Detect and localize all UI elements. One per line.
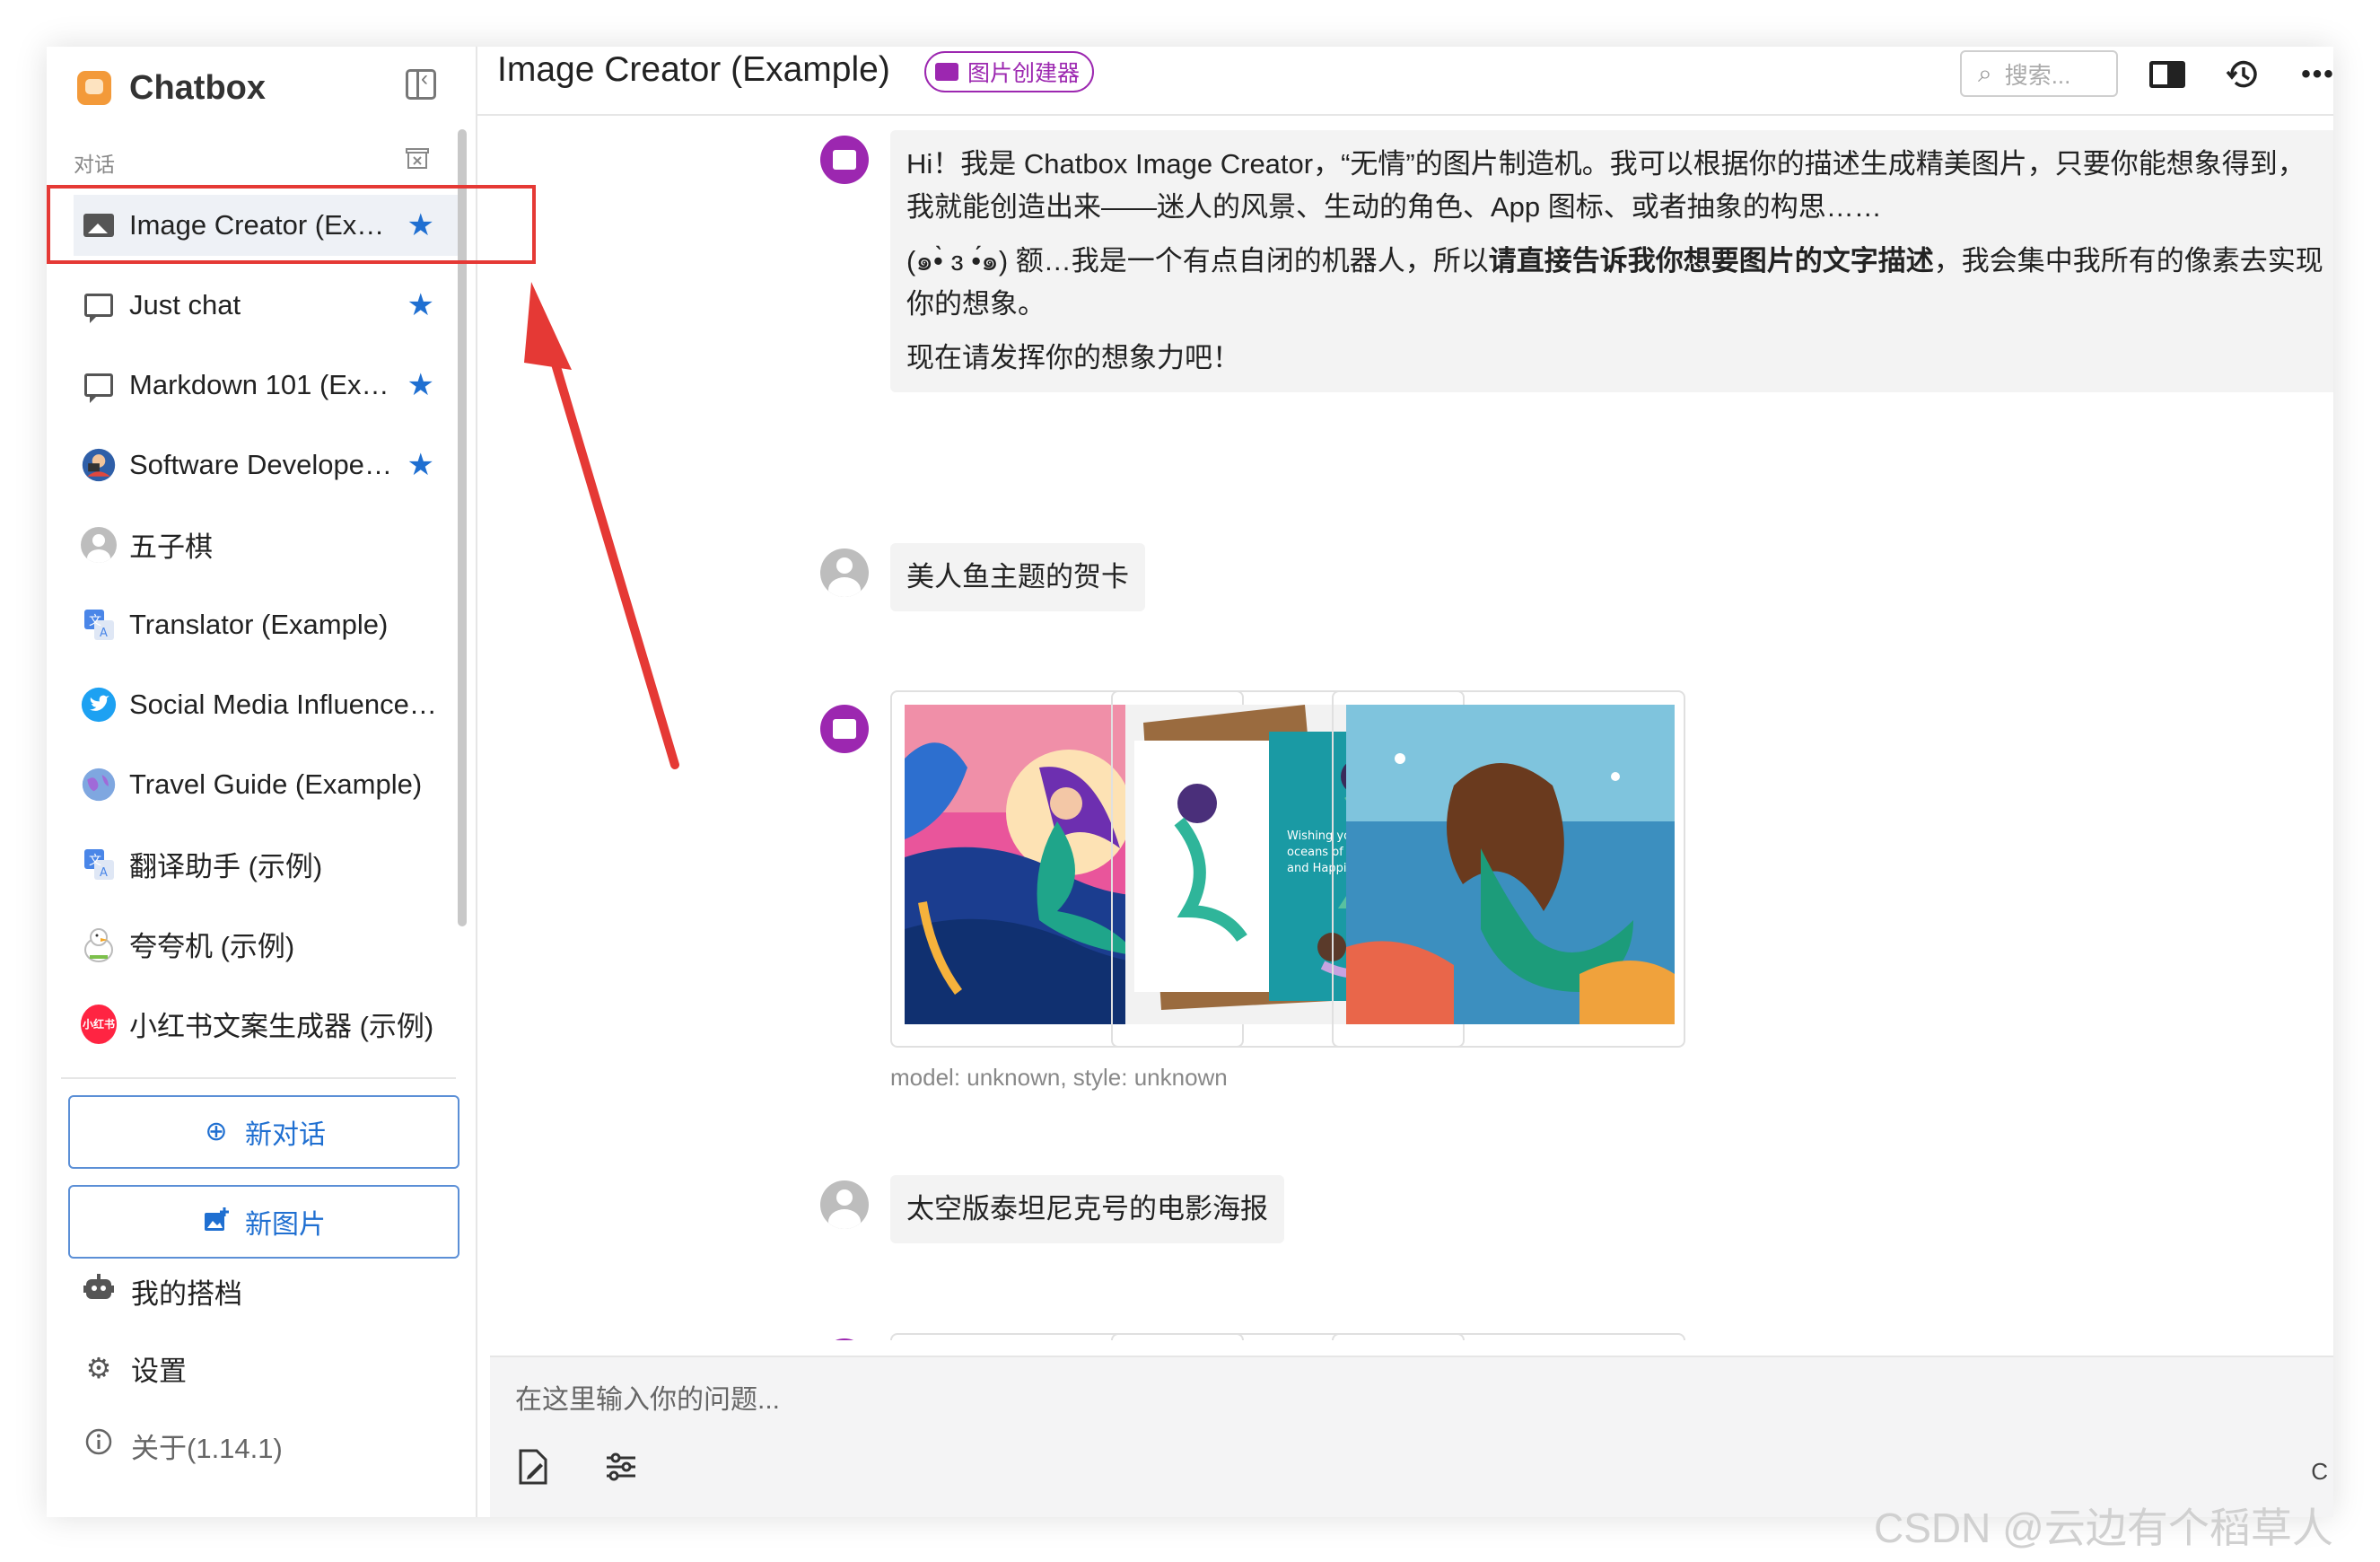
conversations-section-label: 对话	[74, 153, 115, 176]
user-message: 美人鱼主题的贺卡	[890, 543, 1145, 611]
history-button[interactable]	[2224, 56, 2262, 93]
mermaid-portrait-image-icon	[1346, 705, 1675, 1024]
main-panel: Image Creator (Example) 图片创建器 ⌕ 搜索... ••…	[477, 47, 2333, 1517]
gear-icon: ⚙	[85, 1352, 112, 1384]
new-image-label: 新图片	[245, 1210, 326, 1240]
tag-label: 图片创建器	[967, 61, 1081, 86]
new-chat-label: 新对话	[245, 1120, 326, 1150]
add-photo-icon	[202, 1207, 231, 1236]
top-bar: Image Creator (Example) 图片创建器 ⌕ 搜索... ••…	[477, 47, 2333, 116]
more-horizontal-icon: •••	[2301, 59, 2333, 89]
conversation-item-social-media[interactable]: Social Media Influencer (Example)	[47, 664, 459, 744]
message-list: Hi！我是 Chatbox Image Creator，“无情”的图片制造机。我…	[477, 116, 2333, 1340]
conversation-label: Software Developer (Example)	[129, 448, 394, 480]
toggle-layout-button[interactable]	[2148, 56, 2186, 93]
conversation-label: 五子棋	[129, 531, 213, 563]
generated-poster-3[interactable]	[1332, 1333, 1685, 1340]
translate-icon: 文A	[81, 847, 117, 882]
more-options-button[interactable]: •••	[2299, 56, 2333, 93]
settings-label: 设置	[131, 1355, 187, 1387]
chat-bubble-icon	[81, 367, 117, 403]
plus-circle-icon: ⊕	[205, 1117, 228, 1146]
chat-bubble-icon	[81, 287, 117, 323]
watermark: CSDN @云边有个稻草人	[1874, 1505, 2333, 1551]
bot-avatar	[820, 136, 869, 184]
new-image-button[interactable]: 新图片	[68, 1185, 459, 1259]
intro-paragraph-3: 现在请发挥你的想象力吧！	[906, 342, 1240, 373]
star-icon[interactable]: ★	[407, 367, 434, 403]
conversation-item-just-chat[interactable]: Just chat ★	[47, 265, 459, 345]
conversation-label: Social Media Influencer (Example)	[129, 688, 439, 720]
conversation-label: 小红书文案生成器 (示例)	[129, 1011, 434, 1042]
search-input[interactable]: ⌕ 搜索...	[1960, 50, 2118, 97]
about-label: 关于(1.14.1)	[131, 1432, 283, 1464]
settings-sliders-icon[interactable]	[603, 1447, 639, 1487]
bot-message-intro: Hi！我是 Chatbox Image Creator，“无情”的图片制造机。我…	[890, 130, 2333, 392]
conversation-label: Markdown 101 (Example)	[129, 368, 394, 400]
my-copilots-label: 我的搭档	[131, 1277, 242, 1310]
message-input[interactable]: 在这里输入你的问题...	[515, 1377, 780, 1417]
xiaohongshu-icon: 小红书	[81, 1004, 117, 1044]
conversation-item-translator[interactable]: 文A Translator (Example)	[47, 584, 459, 664]
my-copilots-item[interactable]: 我的搭档	[81, 1264, 242, 1318]
sidebar: Chatbox 对话 Image Creator (Example) ★ Jus…	[47, 47, 477, 1517]
conversation-label: 夸夸机 (示例)	[129, 931, 295, 962]
image-icon	[935, 63, 958, 81]
info-icon	[81, 1427, 117, 1463]
user-avatar	[820, 548, 869, 597]
conversation-title[interactable]: Image Creator (Example)	[497, 50, 890, 90]
about-item[interactable]: 关于(1.14.1)	[81, 1418, 283, 1472]
sidebar-divider	[61, 1077, 456, 1079]
user-avatar	[820, 1180, 869, 1229]
search-placeholder: 搜索...	[2004, 61, 2071, 89]
image-meta: model: unknown, style: unknown	[890, 1064, 1228, 1091]
chatbox-window: Chatbox 对话 Image Creator (Example) ★ Jus…	[47, 47, 2333, 1517]
conversation-label: Translator (Example)	[129, 608, 389, 640]
chatbox-logo-icon	[77, 71, 111, 105]
intro-paragraph-2: (๑•̀ ɜ •́๑) 额…我是一个有点自闭的机器人，所以请直接告诉我你想要图片…	[906, 245, 2323, 320]
duck-icon	[81, 926, 117, 962]
developer-avatar-icon	[81, 447, 117, 483]
conversation-item-praise-bot[interactable]: 夸夸机 (示例)	[47, 904, 459, 984]
translate-icon: 文A	[81, 607, 117, 643]
conversation-label: 翻译助手 (示例)	[129, 851, 323, 882]
user-message: 太空版泰坦尼克号的电影海报	[890, 1175, 1284, 1243]
svg-text:A: A	[100, 866, 108, 880]
globe-icon	[81, 767, 117, 803]
brand: Chatbox	[77, 61, 266, 115]
intro-paragraph-1: Hi！我是 Chatbox Image Creator，“无情”的图片制造机。我…	[906, 148, 2306, 223]
user-avatar-icon	[81, 526, 117, 563]
clear-conversations-icon[interactable]	[404, 145, 431, 171]
history-icon	[2226, 60, 2257, 88]
collapse-sidebar-icon[interactable]	[406, 66, 436, 100]
conversation-item-travel-guide[interactable]: Travel Guide (Example)	[47, 744, 459, 824]
cut-off-text: C	[2311, 1458, 2328, 1485]
conversation-label: Travel Guide (Example)	[129, 768, 423, 800]
split-view-icon	[2149, 61, 2185, 88]
conversation-item-translate-assistant[interactable]: 文A 翻译助手 (示例)	[47, 824, 459, 904]
conversation-item-xiaohongshu[interactable]: 小红书 小红书文案生成器 (示例)	[47, 984, 459, 1064]
conversation-item-gomoku[interactable]: 五子棋	[47, 505, 459, 584]
conversation-label: Just chat	[129, 288, 241, 320]
attach-file-icon[interactable]	[515, 1447, 551, 1487]
twitter-icon	[81, 687, 117, 723]
composer: 在这里输入你的问题... C	[490, 1356, 2333, 1517]
generated-image-3[interactable]	[1332, 690, 1685, 1048]
robot-icon	[81, 1274, 117, 1308]
conversation-item-markdown[interactable]: Markdown 101 (Example) ★	[47, 345, 459, 425]
bot-avatar	[820, 1338, 869, 1340]
search-icon: ⌕	[1978, 58, 1992, 87]
new-chat-button[interactable]: ⊕ 新对话	[68, 1095, 459, 1169]
star-icon[interactable]: ★	[407, 287, 434, 323]
settings-item[interactable]: ⚙ 设置	[81, 1341, 187, 1395]
conversation-list: Image Creator (Example) ★ Just chat ★ Ma…	[47, 195, 459, 1064]
star-icon[interactable]: ★	[407, 447, 434, 483]
conversation-item-software-developer[interactable]: Software Developer (Example) ★	[47, 425, 459, 505]
annotation-highlight-box	[47, 185, 536, 264]
svg-text:A: A	[100, 627, 108, 640]
image-creator-tag: 图片创建器	[924, 51, 1095, 92]
bot-avatar	[820, 705, 869, 753]
app-name: Chatbox	[129, 68, 266, 107]
